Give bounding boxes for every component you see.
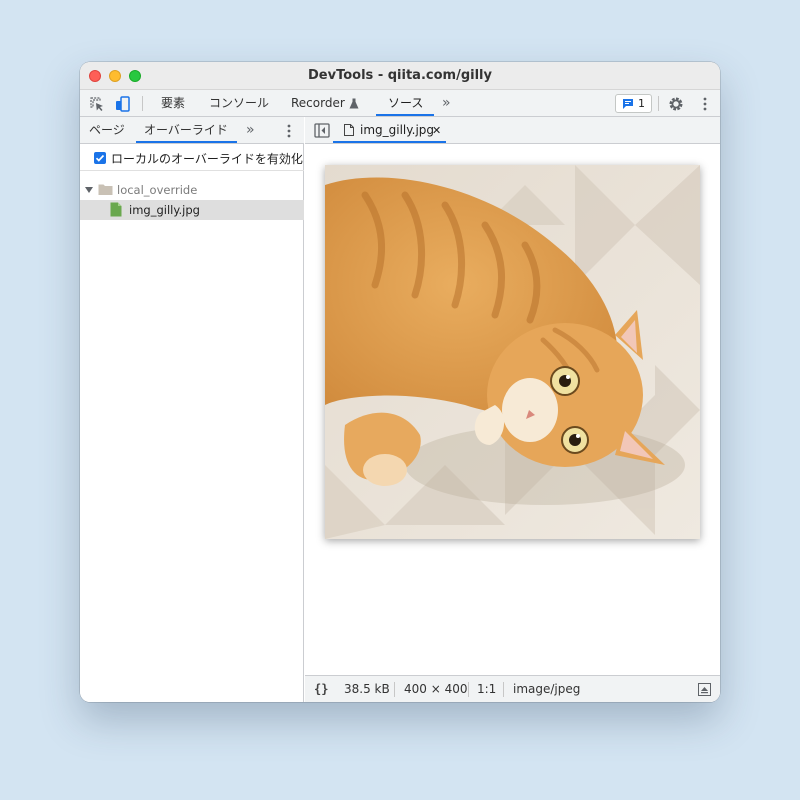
window-title: DevTools - qiita.com/gilly [308, 68, 492, 83]
device-toolbar-icon[interactable] [114, 95, 132, 113]
tab-recorder[interactable]: Recorder [291, 90, 359, 117]
status-bar: {} 38.5 kB 400 × 400 1:1 image/jpeg [305, 675, 720, 702]
toggle-navigator-icon[interactable] [314, 123, 330, 138]
active-tab-indicator [376, 114, 434, 116]
tab-overrides[interactable]: オーバーライド [144, 117, 228, 144]
enable-overrides-label[interactable]: ローカルのオーバーライドを有効化 [111, 150, 304, 167]
sources-navigator: ページ オーバーライド » ローカルのオーバーライドを有効化 local_ove… [80, 117, 304, 702]
checkmark-icon [95, 154, 105, 162]
kebab-menu-icon[interactable] [696, 95, 714, 113]
issues-badge[interactable]: 1 [615, 94, 652, 113]
flask-icon [349, 98, 359, 109]
image-file-icon [110, 202, 122, 217]
gear-icon[interactable] [667, 95, 685, 113]
folder-name: local_override [117, 183, 198, 197]
inspect-element-icon[interactable] [88, 95, 106, 113]
title-bar: DevTools - qiita.com/gilly [80, 62, 720, 90]
mime-type: image/jpeg [513, 682, 581, 696]
close-tab-button[interactable]: ✕ [432, 117, 441, 144]
status-separator [394, 682, 395, 697]
folder-icon [98, 184, 113, 195]
toolbar-separator [658, 96, 659, 111]
triangle-down-icon[interactable] [85, 186, 93, 194]
issues-count: 1 [638, 97, 645, 110]
open-file-tab-label: img_gilly.jpg [360, 123, 435, 137]
tab-console[interactable]: コンソール [209, 90, 269, 117]
status-separator [468, 682, 469, 697]
image-dimensions: 400 × 400 [404, 682, 468, 696]
more-navigator-tabs-button[interactable]: » [246, 117, 255, 144]
tab-elements[interactable]: 要素 [161, 90, 185, 117]
active-navigator-tab-indicator [136, 141, 237, 143]
file-size: 38.5 kB [344, 682, 390, 696]
active-file-tab-indicator [333, 141, 446, 143]
tree-folder-row[interactable]: local_override [80, 180, 304, 200]
main-toolbar: 要素 コンソール Recorder ソース » 1 [80, 90, 720, 117]
tree-file-row[interactable]: img_gilly.jpg [80, 200, 304, 220]
pretty-print-button[interactable]: {} [314, 676, 328, 702]
aspect-ratio: 1:1 [477, 682, 497, 696]
devtools-window: DevTools - qiita.com/gilly 要素 コンソール Reco… [80, 62, 720, 702]
file-name: img_gilly.jpg [129, 203, 200, 217]
status-separator [503, 682, 504, 697]
coverage-icon[interactable] [698, 683, 711, 696]
enable-overrides-row: ローカルのオーバーライドを有効化 [80, 145, 304, 171]
editor-panel: img_gilly.jpg ✕ {} 38.5 kB 400 × 400 1:1… [305, 117, 720, 702]
file-icon [344, 124, 354, 136]
message-icon [623, 99, 633, 109]
tab-recorder-label: Recorder [291, 96, 345, 110]
image-preview [325, 165, 700, 539]
tab-sources[interactable]: ソース [388, 90, 423, 117]
enable-overrides-checkbox[interactable] [94, 152, 106, 164]
tab-page[interactable]: ページ [89, 117, 125, 144]
toolbar-separator [142, 96, 143, 111]
more-tabs-button[interactable]: » [442, 90, 451, 117]
navigator-tabs: ページ オーバーライド » [80, 117, 304, 144]
kebab-menu-icon[interactable] [280, 122, 298, 140]
editor-tabs: img_gilly.jpg ✕ [305, 117, 720, 144]
cat-photo [325, 165, 700, 539]
